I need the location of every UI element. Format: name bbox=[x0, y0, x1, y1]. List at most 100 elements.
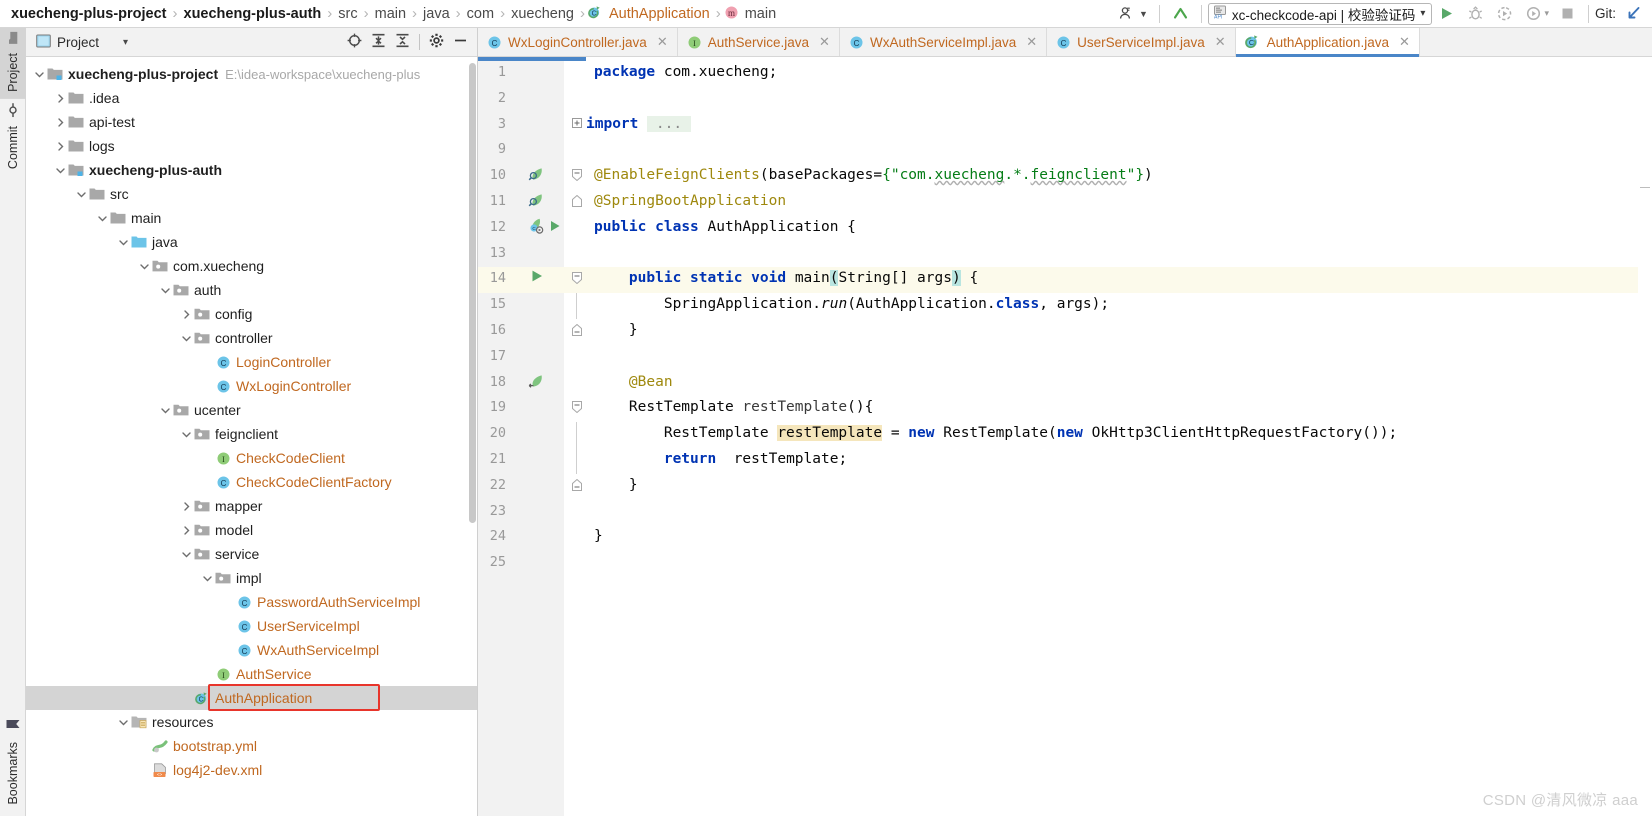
project-panel-chevron-icon[interactable]: ▾ bbox=[123, 37, 128, 48]
tree-row[interactable]: ucenter bbox=[26, 398, 477, 422]
tree-row[interactable]: C PasswordAuthServiceImpl bbox=[26, 590, 477, 614]
chevron-down-icon[interactable] bbox=[179, 429, 193, 440]
spring-bean-icon[interactable] bbox=[528, 166, 544, 185]
tree-row[interactable]: config bbox=[26, 302, 477, 326]
collapse-all-icon[interactable] bbox=[395, 33, 410, 51]
chevron-down-icon[interactable] bbox=[200, 573, 214, 584]
fold-expand-icon[interactable] bbox=[572, 117, 582, 131]
chevron-right-icon[interactable] bbox=[179, 309, 193, 320]
expand-all-icon[interactable] bbox=[371, 33, 386, 51]
tree-row[interactable]: model bbox=[26, 518, 477, 542]
spring-boot-run-icon[interactable]: C bbox=[528, 218, 545, 237]
close-icon[interactable]: ✕ bbox=[1215, 34, 1226, 50]
editor-code[interactable]: package com.xuecheng; import ... @EnableF… bbox=[564, 57, 1638, 816]
tab-authapplication-java[interactable]: C AuthApplication.java ✕ bbox=[1235, 28, 1420, 57]
git-update-project-icon[interactable] bbox=[1621, 2, 1646, 26]
chevron-right-icon[interactable] bbox=[53, 93, 67, 104]
fold-collapse-icon[interactable] bbox=[572, 169, 582, 184]
editor-gutter[interactable]: 1 2 3 9 10 11 12 C 13 14 15 16 17 18 19 20 21 22 23 24 25 bbox=[478, 57, 564, 816]
settings-gear-icon[interactable] bbox=[429, 33, 444, 51]
select-opened-file-icon[interactable] bbox=[347, 33, 362, 51]
tree-row[interactable]: logs bbox=[26, 134, 477, 158]
breadcrumb-item-xuecheng-plus-project[interactable]: xuecheng-plus-project bbox=[8, 6, 170, 22]
tree-row[interactable]: I CheckCodeClient bbox=[26, 446, 477, 470]
run-gutter-icon[interactable] bbox=[549, 220, 561, 235]
chevron-down-icon[interactable] bbox=[158, 285, 172, 296]
stop-icon[interactable] bbox=[1553, 2, 1582, 26]
chevron-down-icon[interactable] bbox=[116, 237, 130, 248]
run-configuration-selector[interactable]: API xc-checkcode-api | 校验验证码 ▾ bbox=[1207, 2, 1433, 25]
breadcrumb-item-main[interactable]: main bbox=[372, 6, 409, 22]
close-icon[interactable]: ✕ bbox=[1399, 34, 1410, 50]
breadcrumb-item-com[interactable]: com bbox=[464, 6, 497, 22]
chevron-right-icon[interactable] bbox=[179, 501, 193, 512]
fold-collapse-icon[interactable] bbox=[572, 272, 582, 287]
tree-row[interactable]: xuecheng-plus-project E:\idea-workspace\x… bbox=[26, 62, 477, 86]
updates-arrow-icon[interactable] bbox=[1166, 2, 1195, 26]
tab-wxlogincontroller-java[interactable]: C WxLoginController.java ✕ bbox=[478, 28, 678, 56]
tree-row-selected[interactable]: C AuthApplication bbox=[26, 686, 477, 710]
tree-row[interactable]: C LoginController bbox=[26, 350, 477, 374]
user-dropdown-icon[interactable]: ▼ bbox=[1114, 2, 1153, 26]
breadcrumb-item-authapplication[interactable]: C AuthApplication bbox=[588, 5, 713, 23]
tree-row[interactable]: C UserServiceImpl bbox=[26, 614, 477, 638]
tree-row[interactable]: xuecheng-plus-auth bbox=[26, 158, 477, 182]
tree-row[interactable]: <> log4j2-dev.xml bbox=[26, 758, 477, 782]
tree-row[interactable]: auth bbox=[26, 278, 477, 302]
tree-row[interactable]: service bbox=[26, 542, 477, 566]
hide-panel-icon[interactable] bbox=[453, 33, 468, 51]
close-icon[interactable]: ✕ bbox=[657, 34, 668, 50]
tree-row[interactable]: I AuthService bbox=[26, 662, 477, 686]
tree-row[interactable]: impl bbox=[26, 566, 477, 590]
close-icon[interactable]: ✕ bbox=[1026, 34, 1037, 50]
tab-wxauthserviceimpl-java[interactable]: C WxAuthServiceImpl.java ✕ bbox=[840, 28, 1048, 56]
tree-row[interactable]: .idea bbox=[26, 86, 477, 110]
chevron-down-icon[interactable] bbox=[116, 717, 130, 728]
tree-row[interactable]: feignclient bbox=[26, 422, 477, 446]
tree-row[interactable]: main bbox=[26, 206, 477, 230]
tab-authservice-java[interactable]: I AuthService.java ✕ bbox=[678, 28, 840, 56]
chevron-down-icon[interactable] bbox=[32, 69, 46, 80]
chevron-down-icon[interactable] bbox=[74, 189, 88, 200]
project-tree[interactable]: xuecheng-plus-project E:\idea-workspace\x… bbox=[26, 57, 477, 816]
breadcrumb-item-xuecheng-plus-auth[interactable]: xuecheng-plus-auth bbox=[181, 6, 325, 22]
tree-row[interactable]: resources bbox=[26, 710, 477, 734]
breadcrumb-item-java[interactable]: java bbox=[420, 6, 453, 22]
tree-row[interactable]: api-test bbox=[26, 110, 477, 134]
sidebar-item-project[interactable]: Project bbox=[0, 28, 26, 99]
breadcrumb-item-src[interactable]: src bbox=[335, 6, 360, 22]
tree-row[interactable]: mapper bbox=[26, 494, 477, 518]
fold-region-icon[interactable] bbox=[572, 194, 582, 210]
fold-end-icon[interactable] bbox=[572, 323, 582, 339]
run-with-coverage-icon[interactable] bbox=[1490, 2, 1519, 26]
breadcrumb-item-xuecheng[interactable]: xuecheng bbox=[508, 6, 577, 22]
chevron-down-icon[interactable] bbox=[158, 405, 172, 416]
editor-right-rail[interactable] bbox=[1638, 57, 1652, 816]
tree-row[interactable]: bootstrap.yml bbox=[26, 734, 477, 758]
fold-end-icon[interactable] bbox=[572, 478, 582, 494]
tree-row[interactable]: C WxLoginController bbox=[26, 374, 477, 398]
chevron-down-icon[interactable] bbox=[179, 333, 193, 344]
tree-row[interactable]: src bbox=[26, 182, 477, 206]
tree-row[interactable]: com.xuecheng bbox=[26, 254, 477, 278]
chevron-down-icon[interactable]: ▾ bbox=[1420, 8, 1425, 19]
profiler-chevron-icon[interactable]: ▾ bbox=[1544, 8, 1549, 19]
profiler-icon[interactable]: ▾ bbox=[1519, 2, 1553, 26]
chevron-right-icon[interactable] bbox=[179, 525, 193, 536]
tree-row[interactable]: C CheckCodeClientFactory bbox=[26, 470, 477, 494]
tree-row[interactable]: C WxAuthServiceImpl bbox=[26, 638, 477, 662]
close-icon[interactable]: ✕ bbox=[819, 34, 830, 50]
chevron-down-icon[interactable] bbox=[95, 213, 109, 224]
sidebar-item-commit[interactable]: Commit bbox=[0, 99, 26, 176]
tab-userserviceimpl-java[interactable]: C UserServiceImpl.java ✕ bbox=[1047, 28, 1236, 56]
spring-bean-icon[interactable] bbox=[528, 192, 544, 211]
tree-row[interactable]: java bbox=[26, 230, 477, 254]
run-icon[interactable] bbox=[1432, 2, 1461, 26]
tree-row[interactable]: controller bbox=[26, 326, 477, 350]
sidebar-item-bookmarks[interactable]: Bookmarks bbox=[0, 713, 26, 812]
chevron-right-icon[interactable] bbox=[53, 117, 67, 128]
editor[interactable]: 1 2 3 9 10 11 12 C 13 14 15 16 17 18 19 20 21 22 23 24 25 pa… bbox=[478, 57, 1652, 816]
chevron-right-icon[interactable] bbox=[53, 141, 67, 152]
bean-gutter-icon[interactable] bbox=[528, 373, 544, 392]
fold-collapse-icon[interactable] bbox=[572, 401, 582, 416]
